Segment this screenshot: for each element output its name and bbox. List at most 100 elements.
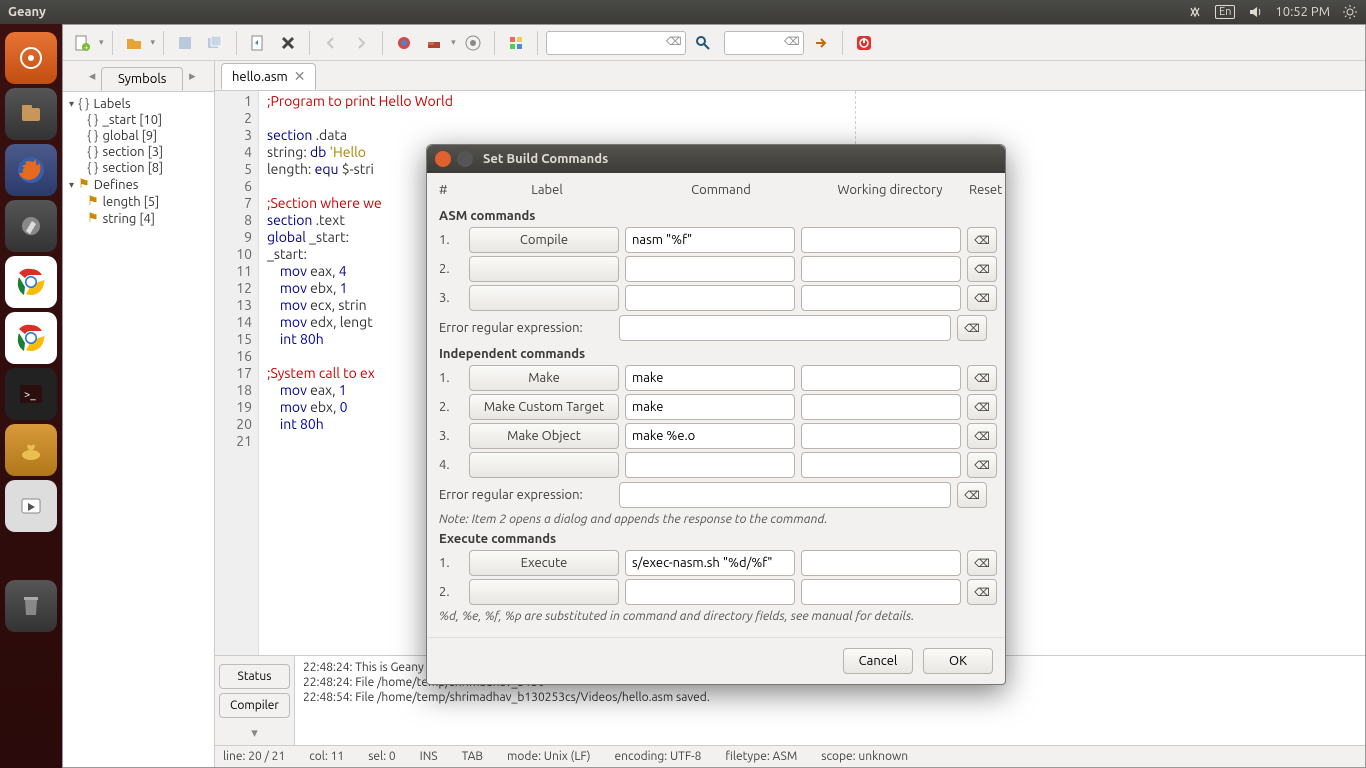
asm-label-button[interactable] <box>469 285 619 311</box>
asm-label-button[interactable]: Compile <box>469 227 619 253</box>
exec-label-button[interactable] <box>469 579 619 605</box>
color-chooser-button[interactable] <box>503 30 529 56</box>
dialog-minimize-icon[interactable] <box>457 151 473 167</box>
chrome-icon[interactable] <box>5 256 57 308</box>
tree-item[interactable]: { }_start [10] <box>65 112 212 128</box>
cancel-button[interactable]: Cancel <box>843 648 913 674</box>
save-button[interactable] <box>172 30 198 56</box>
find-button[interactable] <box>690 30 716 56</box>
build-button[interactable] <box>421 30 447 56</box>
asm-workdir-input[interactable] <box>801 285 961 311</box>
msg-tab-compiler[interactable]: Compiler <box>219 693 290 718</box>
tree-defines-group[interactable]: ▾⚑Defines <box>65 176 212 193</box>
sidebar-tab-symbols[interactable]: Symbols <box>101 67 183 91</box>
indep-clear-button[interactable]: ⌫ <box>967 394 997 420</box>
files-icon[interactable] <box>5 88 57 140</box>
dialog-column-headers: # Label Command Working directory Reset <box>439 181 993 203</box>
sidebar-prev-icon[interactable]: ◂ <box>83 69 101 84</box>
indep-command-input[interactable] <box>625 423 795 449</box>
asm-clear-button[interactable]: ⌫ <box>967 256 997 282</box>
indep-command-input[interactable] <box>625 452 795 478</box>
trash-icon[interactable] <box>5 580 57 632</box>
asm-error-regex-input[interactable] <box>619 315 951 341</box>
new-file-button[interactable]: + <box>69 30 95 56</box>
exec-label-button[interactable]: Execute <box>469 550 619 576</box>
asm-command-input[interactable] <box>625 285 795 311</box>
sidebar-next-icon[interactable]: ▸ <box>183 69 201 84</box>
quit-button[interactable] <box>851 30 877 56</box>
asm-workdir-input[interactable] <box>801 227 961 253</box>
indep-label-button[interactable]: Make Custom Target <box>469 394 619 420</box>
indep-row: 1.Make⌫ <box>439 365 993 391</box>
keyboard-indicator[interactable]: En <box>1215 5 1235 19</box>
tree-item[interactable]: { }global [9] <box>65 128 212 144</box>
tree-item[interactable]: { }section [8] <box>65 160 212 176</box>
exec-clear-button[interactable]: ⌫ <box>967 579 997 605</box>
compile-button[interactable] <box>391 30 417 56</box>
editor-tab[interactable]: hello.asm ✕ <box>221 63 316 90</box>
tree-item[interactable]: ⚑string [4] <box>65 210 212 227</box>
asm-error-clear-button[interactable]: ⌫ <box>957 315 987 341</box>
msg-tab-more-icon[interactable]: ▾ <box>215 726 294 741</box>
tree-labels-group[interactable]: ▾{ }Labels <box>65 96 212 112</box>
indep-command-input[interactable] <box>625 394 795 420</box>
terminal-icon[interactable]: >_ <box>5 368 57 420</box>
indep-workdir-input[interactable] <box>801 423 961 449</box>
firefox-icon[interactable] <box>5 144 57 196</box>
goto-button[interactable] <box>808 30 834 56</box>
asm-command-input[interactable] <box>625 227 795 253</box>
indep-label-button[interactable]: Make <box>469 365 619 391</box>
clear-search-icon[interactable]: ⌫ <box>666 35 682 48</box>
asm-label-button[interactable] <box>469 256 619 282</box>
indep-workdir-input[interactable] <box>801 394 961 420</box>
indep-workdir-input[interactable] <box>801 452 961 478</box>
chrome-icon-2[interactable] <box>5 312 57 364</box>
asm-workdir-input[interactable] <box>801 256 961 282</box>
genie-icon[interactable] <box>5 424 57 476</box>
message-line: 22:48:54: File /home/temp/shrimadhav_b13… <box>303 690 1357 705</box>
forward-button[interactable] <box>348 30 374 56</box>
settings-icon[interactable] <box>5 200 57 252</box>
exec-workdir-input[interactable] <box>801 550 961 576</box>
exec-command-input[interactable] <box>625 579 795 605</box>
back-button[interactable] <box>318 30 344 56</box>
indep-clear-button[interactable]: ⌫ <box>967 452 997 478</box>
dialog-titlebar[interactable]: Set Build Commands <box>427 145 1005 173</box>
close-button[interactable] <box>275 30 301 56</box>
asm-clear-button[interactable]: ⌫ <box>967 227 997 253</box>
search-input[interactable] <box>546 31 686 55</box>
tab-close-icon[interactable]: ✕ <box>294 68 306 85</box>
exec-command-input[interactable] <box>625 550 795 576</box>
dash-icon[interactable] <box>5 32 57 84</box>
msg-tab-status[interactable]: Status <box>219 664 290 689</box>
sound-icon[interactable] <box>1247 4 1263 20</box>
indep-row: 2.Make Custom Target⌫ <box>439 394 993 420</box>
clear-goto-icon[interactable]: ⌫ <box>784 35 800 48</box>
asm-clear-button[interactable]: ⌫ <box>967 285 997 311</box>
open-file-button[interactable] <box>121 30 147 56</box>
exec-clear-button[interactable]: ⌫ <box>967 550 997 576</box>
ok-button[interactable]: OK <box>923 648 993 674</box>
save-all-button[interactable] <box>202 30 228 56</box>
asm-command-input[interactable] <box>625 256 795 282</box>
indep-error-regex-input[interactable] <box>619 482 951 508</box>
exec-workdir-input[interactable] <box>801 579 961 605</box>
indep-label-button[interactable] <box>469 452 619 478</box>
network-icon[interactable] <box>1187 4 1203 20</box>
tree-item[interactable]: ⚑length [5] <box>65 193 212 210</box>
tree-item[interactable]: { }section [3] <box>65 144 212 160</box>
indep-clear-button[interactable]: ⌫ <box>967 423 997 449</box>
indep-clear-button[interactable]: ⌫ <box>967 365 997 391</box>
clock[interactable]: 10:52 PM <box>1275 5 1330 19</box>
status-enc: encoding: UTF-8 <box>615 750 702 763</box>
indep-command-input[interactable] <box>625 365 795 391</box>
dialog-close-icon[interactable] <box>435 151 451 167</box>
revert-button[interactable] <box>245 30 271 56</box>
symbols-tree[interactable]: ▾{ }Labels { }_start [10] { }global [9] … <box>63 91 214 767</box>
indep-workdir-input[interactable] <box>801 365 961 391</box>
indep-error-clear-button[interactable]: ⌫ <box>957 482 987 508</box>
indep-label-button[interactable]: Make Object <box>469 423 619 449</box>
media-player-icon[interactable] <box>5 480 57 532</box>
execute-button[interactable] <box>460 30 486 56</box>
gear-icon[interactable] <box>1342 4 1358 20</box>
